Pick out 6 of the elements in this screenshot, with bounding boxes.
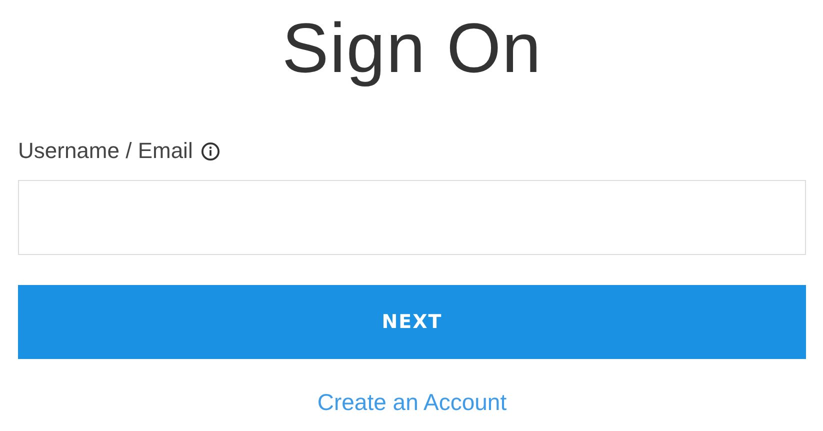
info-icon[interactable] bbox=[200, 142, 220, 160]
field-label: Username / Email bbox=[18, 138, 193, 164]
page-title: Sign On bbox=[282, 8, 542, 88]
create-account-link[interactable]: Create an Account bbox=[317, 389, 507, 416]
username-field[interactable] bbox=[18, 180, 806, 255]
next-button[interactable]: NEXT bbox=[18, 285, 806, 359]
